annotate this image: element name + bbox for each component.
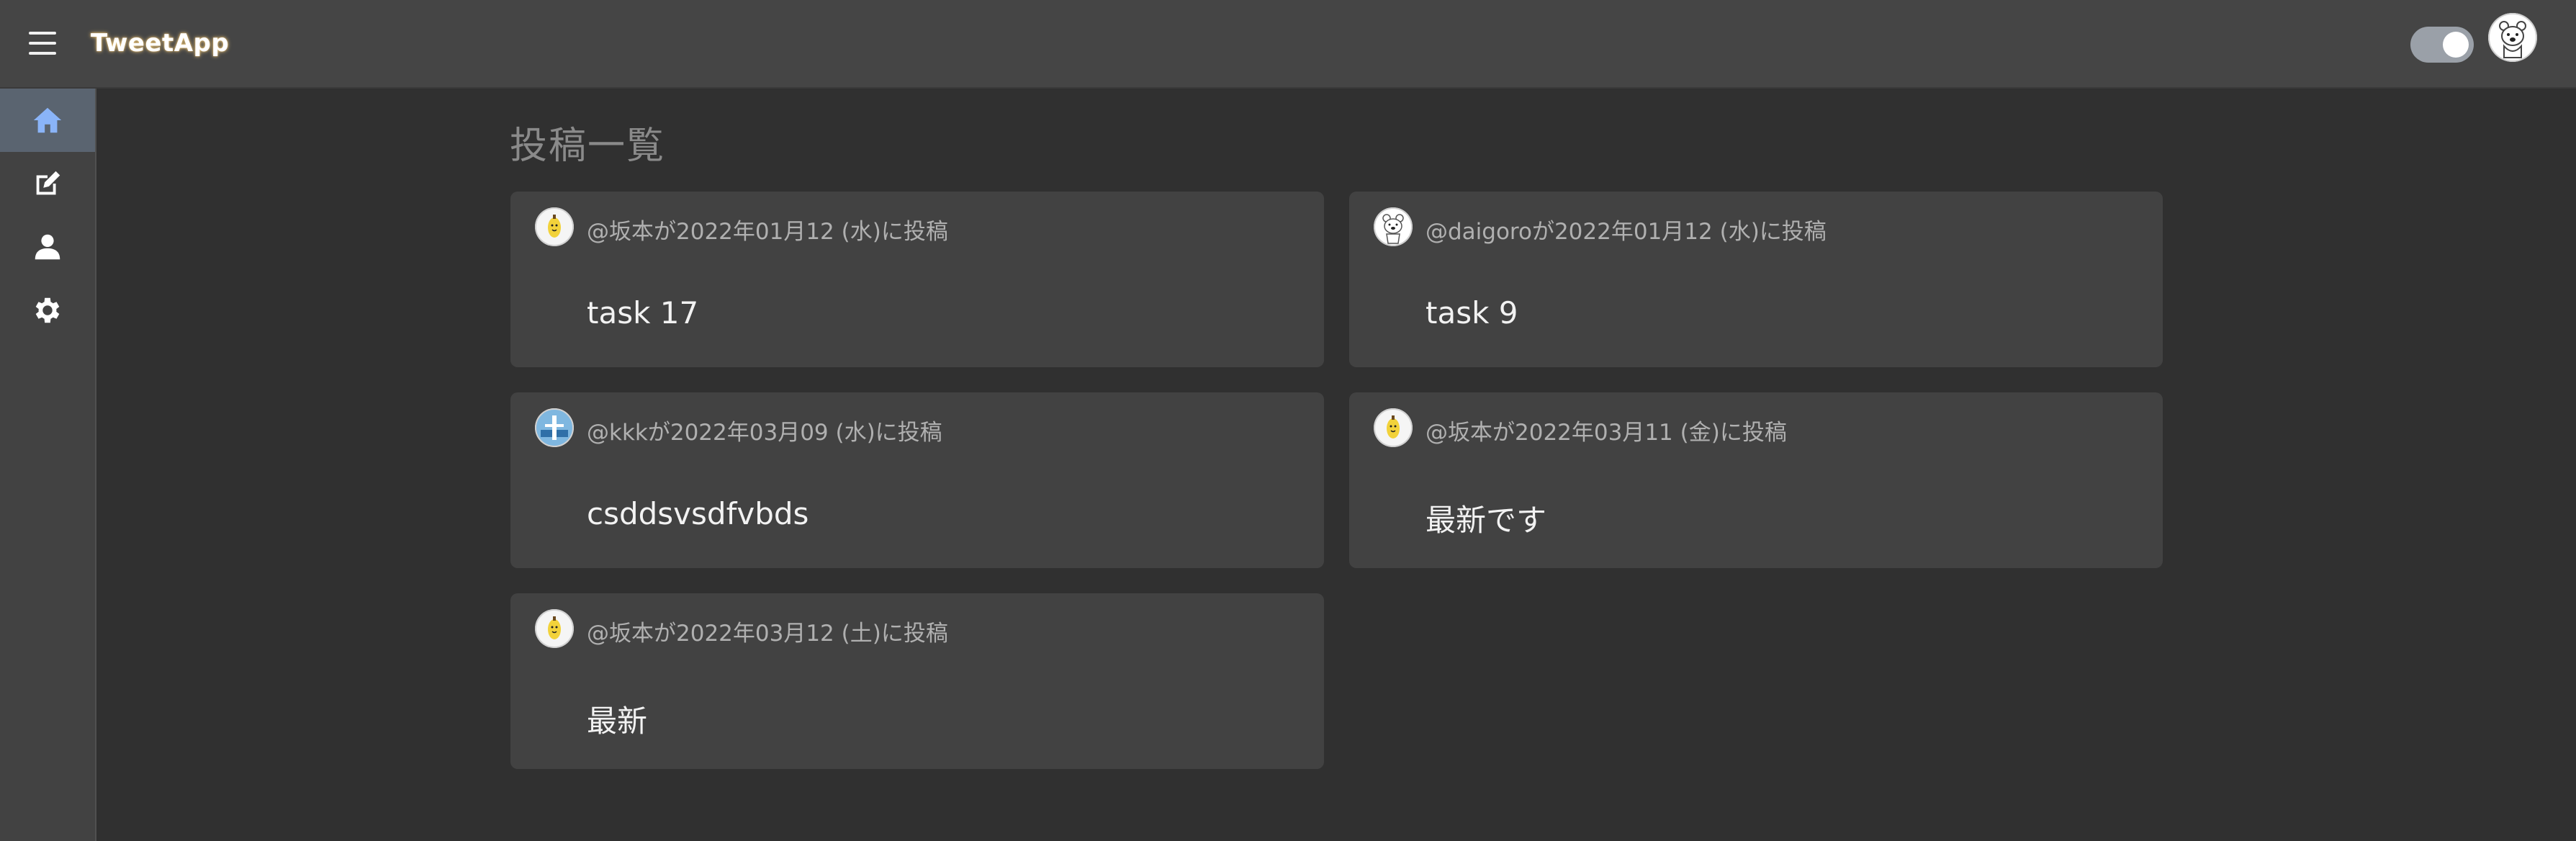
edit-icon — [36, 171, 60, 195]
post-avatar[interactable] — [535, 207, 574, 246]
post-avatar[interactable] — [535, 609, 574, 648]
sidebar — [0, 89, 96, 841]
bear-avatar-icon — [2488, 13, 2537, 62]
post-meta: @坂本が2022年03月11 (金)に投稿 — [1426, 420, 1787, 446]
banana-avatar-icon — [535, 207, 574, 246]
banana-avatar-icon — [535, 609, 574, 648]
blue-avatar-icon — [535, 408, 574, 447]
post-meta: @kkkが2022年03月09 (水)に投稿 — [587, 420, 942, 446]
menu-icon[interactable] — [29, 32, 58, 55]
bear-avatar-icon — [1374, 207, 1413, 246]
post-meta: @坂本が2022年03月12 (土)に投稿 — [587, 621, 948, 647]
sidebar-item-home[interactable] — [0, 89, 95, 152]
sidebar-item-profile[interactable] — [0, 215, 95, 279]
post-avatar[interactable] — [1374, 408, 1413, 447]
post-body: task 9 — [1426, 295, 1518, 330]
post-card[interactable]: @坂本が2022年03月12 (土)に投稿 最新 — [510, 593, 1324, 769]
post-avatar[interactable] — [1374, 207, 1413, 246]
toggle-knob — [2443, 32, 2469, 58]
user-avatar[interactable] — [2488, 13, 2537, 62]
sidebar-item-settings[interactable] — [0, 279, 95, 342]
post-card[interactable]: @daigoroが2022年01月12 (水)に投稿 task 9 — [1349, 192, 2163, 367]
post-avatar[interactable] — [535, 408, 574, 447]
person-icon — [35, 234, 60, 260]
post-body: task 17 — [587, 295, 699, 330]
gear-icon — [35, 297, 60, 323]
post-card[interactable]: @kkkが2022年03月09 (水)に投稿 csddsvsdfvbds — [510, 392, 1324, 568]
theme-toggle[interactable] — [2410, 27, 2474, 63]
page-title: 投稿一覧 — [510, 125, 666, 168]
post-meta: @daigoroが2022年01月12 (水)に投稿 — [1426, 219, 1827, 245]
post-card[interactable]: @坂本が2022年03月11 (金)に投稿 最新です — [1349, 392, 2163, 568]
post-body: csddsvsdfvbds — [587, 496, 809, 531]
banana-avatar-icon — [1374, 408, 1413, 447]
post-body: 最新です — [1426, 503, 1547, 538]
app-bar: TweetApp — [0, 0, 2576, 89]
post-card[interactable]: @坂本が2022年01月12 (水)に投稿 task 17 — [510, 192, 1324, 367]
post-meta: @坂本が2022年01月12 (水)に投稿 — [587, 219, 948, 245]
app-title[interactable]: TweetApp — [91, 29, 229, 58]
sidebar-item-compose[interactable] — [0, 152, 95, 215]
home-icon — [33, 107, 62, 133]
post-body: 最新 — [587, 703, 648, 739]
